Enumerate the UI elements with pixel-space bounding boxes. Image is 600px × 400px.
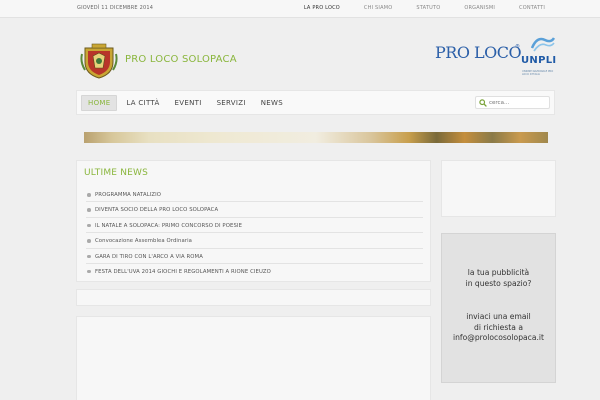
pro-loco-unpli-logo[interactable]: PRO LOCO ® UNPLI UNIONE NAZIONALE PRO LO… bbox=[433, 34, 558, 80]
news-item-link[interactable]: Convocazione Assemblea Ordinaria bbox=[95, 238, 192, 244]
latest-news-panel: ULTIME NEWS PROGRAMMA NATALIZIO DIVENTA … bbox=[76, 160, 431, 282]
news-item[interactable]: GARA DI TIRO CON L'ARCO A VIA ROMA bbox=[86, 249, 423, 264]
bullet-icon bbox=[87, 223, 91, 228]
top-bar: GIOVEDÌ 11 DICEMBRE 2014 LA PRO LOCO CHI… bbox=[0, 0, 600, 18]
top-nav: LA PRO LOCO CHI SIAMO STATUTO ORGANISMI … bbox=[292, 0, 557, 18]
top-nav-statuto[interactable]: STATUTO bbox=[404, 0, 452, 18]
bullet-icon bbox=[87, 208, 91, 212]
latest-news-title: ULTIME NEWS bbox=[84, 168, 149, 178]
ad-email-link[interactable]: info@prolocosolopaca.it bbox=[442, 333, 555, 344]
registered-mark: ® bbox=[515, 44, 520, 50]
news-item[interactable]: FESTA DELL'UVA 2014 GIOCHI E REGOLAMENTI… bbox=[86, 264, 423, 279]
ad-line: inviaci una email bbox=[466, 312, 531, 321]
nav-item-eventi[interactable]: EVENTI bbox=[169, 95, 208, 111]
search-icon[interactable] bbox=[479, 99, 487, 107]
nav-item-home[interactable]: HOME bbox=[81, 95, 118, 111]
header-banner-image bbox=[84, 132, 548, 143]
top-nav-contatti[interactable]: CONTATTI bbox=[507, 0, 557, 18]
site-title[interactable]: PRO LOCO SOLOPACA bbox=[125, 54, 237, 65]
news-item[interactable]: IL NATALE A SOLOPACA: PRIMO CONCORSO DI … bbox=[86, 218, 423, 234]
news-list: PROGRAMMA NATALIZIO DIVENTA SOCIO DELLA … bbox=[86, 187, 423, 279]
unpli-logo-text: UNPLI bbox=[521, 55, 557, 66]
ad-line: in questo spazio? bbox=[465, 278, 532, 288]
sidebar-widget bbox=[441, 160, 556, 217]
top-nav-organismi[interactable]: ORGANISMI bbox=[452, 0, 507, 18]
content-strip bbox=[76, 289, 431, 306]
unpli-caption: UNIONE NAZIONALE PRO LOCO D'ITALIA bbox=[522, 70, 554, 76]
nav-item-la-citta[interactable]: LA CITTÀ bbox=[120, 95, 165, 111]
advertising-box[interactable]: la tua pubblicità in questo spazio? invi… bbox=[441, 233, 556, 383]
town-crest-icon[interactable] bbox=[79, 42, 119, 80]
ad-line: di richiesta a bbox=[474, 322, 523, 332]
bullet-icon bbox=[87, 239, 91, 243]
news-item[interactable]: Convocazione Assemblea Ordinaria bbox=[86, 233, 423, 249]
nav-item-news[interactable]: NEWS bbox=[255, 95, 289, 111]
bullet-icon bbox=[87, 193, 91, 197]
news-item[interactable]: DIVENTA SOCIO DELLA PRO LOCO SOLOPACA bbox=[86, 202, 423, 218]
bullet-icon bbox=[87, 269, 91, 274]
nav-item-servizi[interactable]: SERVIZI bbox=[211, 95, 252, 111]
content-panel bbox=[76, 316, 431, 400]
unpli-wave-icon bbox=[531, 37, 555, 52]
news-item-link[interactable]: PROGRAMMA NATALIZIO bbox=[95, 192, 161, 198]
news-item-link[interactable]: IL NATALE A SOLOPACA: PRIMO CONCORSO DI … bbox=[95, 223, 242, 229]
top-nav-chi-siamo[interactable]: CHI SIAMO bbox=[352, 0, 404, 18]
bullet-icon bbox=[87, 254, 91, 259]
pro-loco-logo-text: PRO LOCO bbox=[435, 43, 522, 62]
news-item[interactable]: PROGRAMMA NATALIZIO bbox=[86, 187, 423, 203]
current-date: GIOVEDÌ 11 DICEMBRE 2014 bbox=[77, 5, 154, 11]
main-nav: HOME LA CITTÀ EVENTI SERVIZI NEWS bbox=[76, 90, 555, 115]
news-item-link[interactable]: FESTA DELL'UVA 2014 GIOCHI E REGOLAMENTI… bbox=[95, 269, 271, 275]
news-item-link[interactable]: GARA DI TIRO CON L'ARCO A VIA ROMA bbox=[95, 254, 203, 260]
ad-line: la tua pubblicità bbox=[467, 268, 530, 277]
search-box[interactable] bbox=[475, 96, 550, 109]
top-nav-la-pro-loco[interactable]: LA PRO LOCO bbox=[292, 0, 352, 18]
news-item-link[interactable]: DIVENTA SOCIO DELLA PRO LOCO SOLOPACA bbox=[95, 207, 218, 213]
search-input[interactable] bbox=[489, 98, 547, 108]
